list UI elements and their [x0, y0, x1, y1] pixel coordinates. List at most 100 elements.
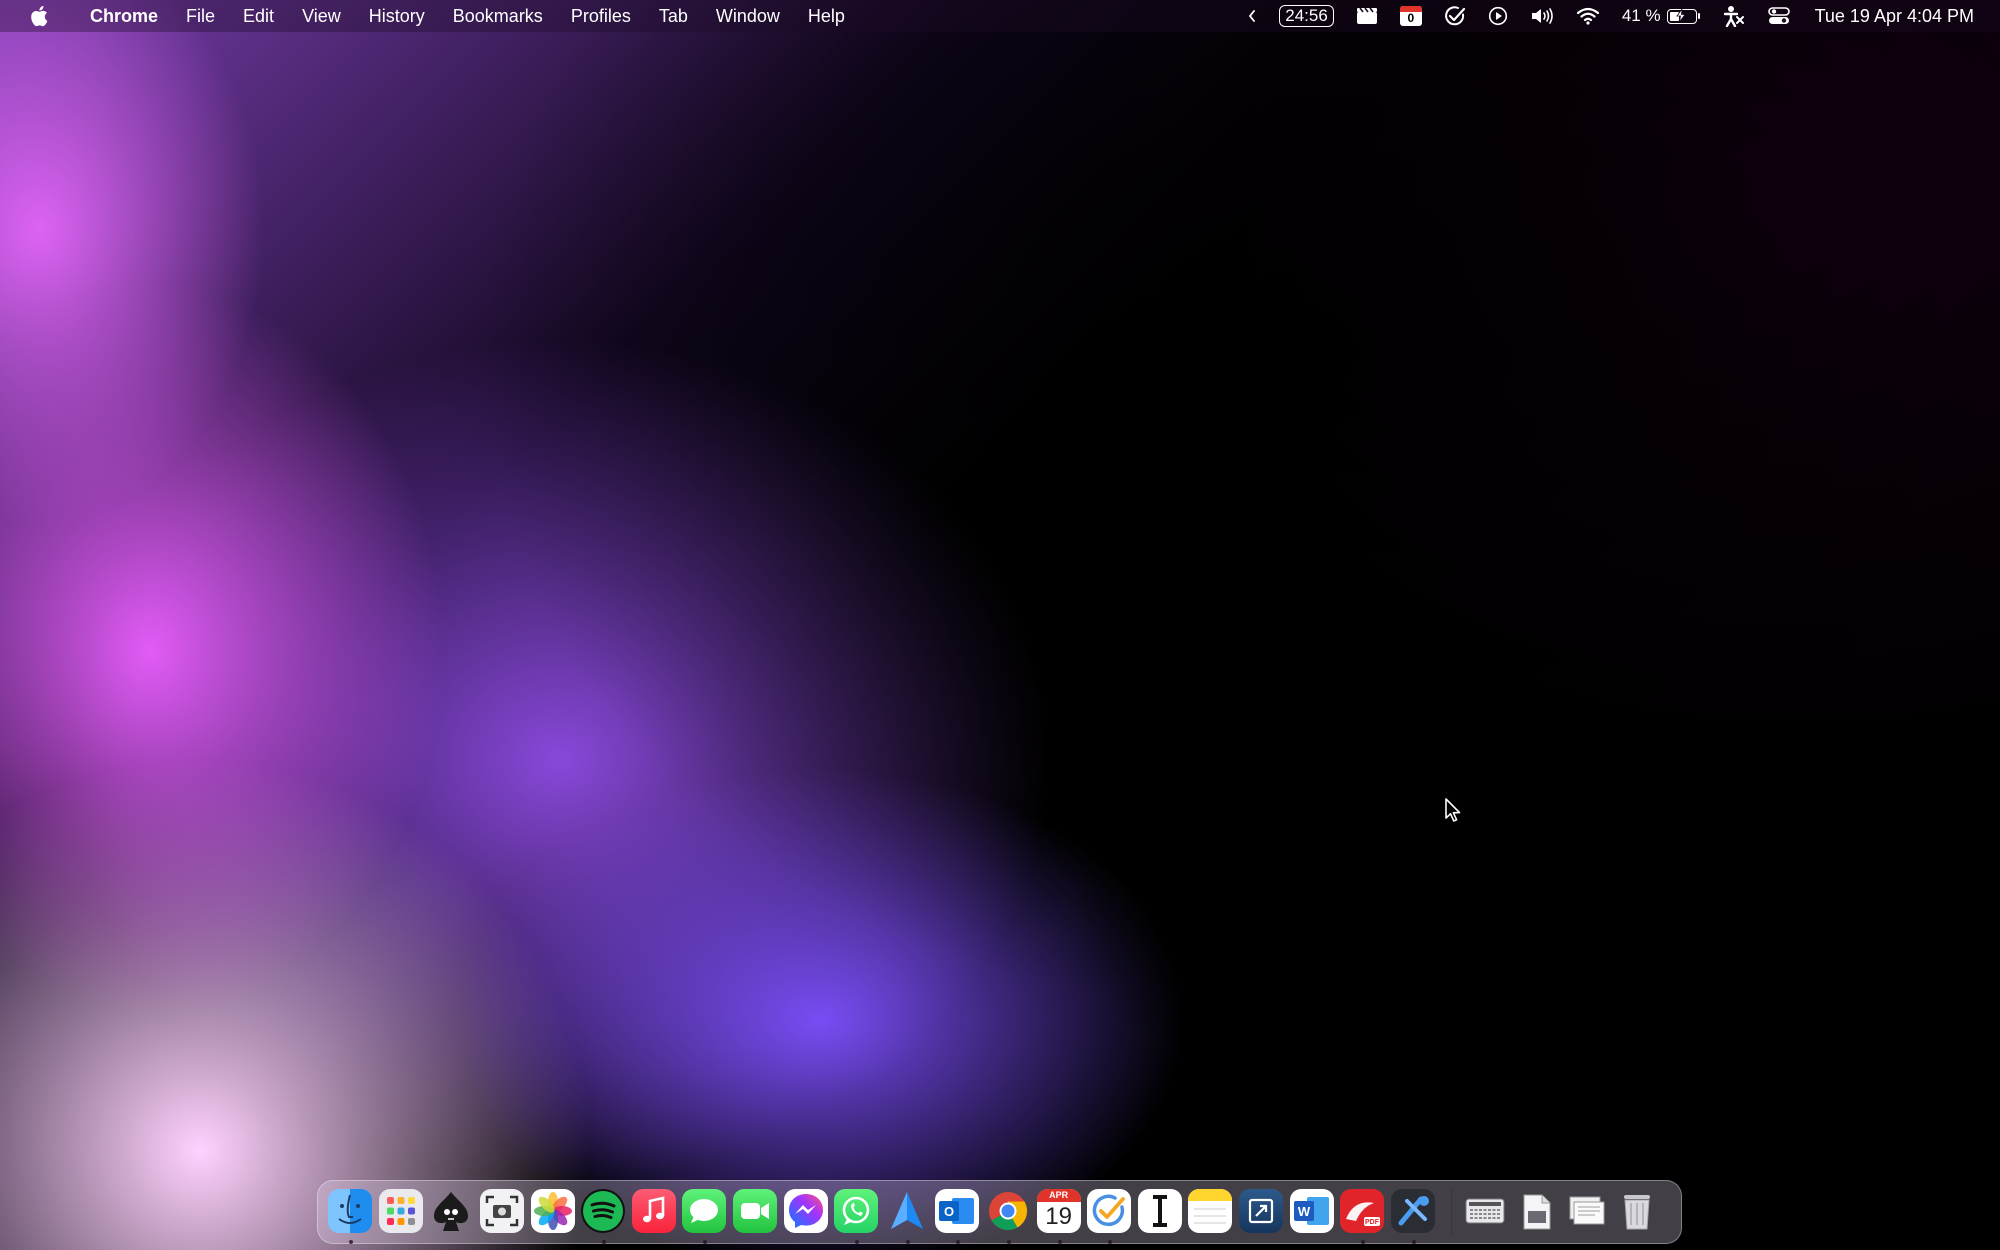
- running-indicator: [1411, 1240, 1416, 1244]
- running-indicator: [349, 1240, 354, 1244]
- dock-app-calendar[interactable]: APR 19: [1036, 1189, 1083, 1244]
- checkmark-icon: [1087, 1189, 1132, 1233]
- finder-icon: [328, 1189, 373, 1233]
- pdf-icon: PDF: [1340, 1189, 1385, 1233]
- menu-file[interactable]: File: [172, 0, 229, 32]
- spotify-icon: [581, 1189, 626, 1233]
- menu-view[interactable]: View: [288, 0, 355, 32]
- menu-profiles[interactable]: Profiles: [557, 0, 645, 32]
- apple-menu-icon[interactable]: [28, 5, 50, 27]
- menu-bookmarks[interactable]: Bookmarks: [439, 0, 557, 32]
- running-indicator: [855, 1240, 860, 1244]
- clapperboard-icon[interactable]: [1345, 0, 1389, 32]
- running-indicator: [1007, 1240, 1012, 1244]
- whatsapp-icon: [834, 1189, 879, 1233]
- svg-text:O: O: [944, 1204, 954, 1219]
- dock-app-word[interactable]: W: [1289, 1189, 1336, 1235]
- dock-app-launchpad[interactable]: [378, 1189, 425, 1235]
- wifi-icon[interactable]: [1565, 0, 1611, 32]
- dock-app-whatsapp[interactable]: [834, 1189, 880, 1244]
- documents-icon: [1514, 1189, 1558, 1233]
- battery-percent: 41 %: [1621, 6, 1661, 25]
- running-indicator: [703, 1240, 708, 1244]
- volume-icon[interactable]: [1519, 0, 1565, 32]
- spade-skull-icon: [429, 1189, 473, 1233]
- menu-window[interactable]: Window: [702, 0, 794, 32]
- menu-bar: Chrome File Edit View History Bookmarks …: [0, 0, 2000, 32]
- dock-app-screenshot[interactable]: [480, 1189, 526, 1235]
- dock-app-notes[interactable]: [1188, 1189, 1234, 1235]
- keyboard-icon: [1463, 1189, 1507, 1233]
- app-menu-chrome[interactable]: Chrome: [76, 0, 172, 32]
- running-indicator: [1108, 1240, 1113, 1244]
- svg-text:PDF: PDF: [1365, 1219, 1380, 1226]
- dock-app-facetime[interactable]: [733, 1189, 779, 1235]
- messages-icon: [682, 1189, 727, 1233]
- running-indicator: [602, 1240, 607, 1244]
- word-icon: W: [1289, 1189, 1334, 1233]
- menu-history[interactable]: History: [355, 0, 439, 32]
- notes-icon: [1188, 1189, 1233, 1233]
- calendar-status-icon[interactable]: 0: [1389, 0, 1433, 32]
- dock-app-typora[interactable]: [1137, 1189, 1184, 1235]
- launchpad-icon: [378, 1189, 423, 1233]
- calendar-badge: 0: [1407, 11, 1415, 25]
- dock-separator: [1451, 1189, 1453, 1235]
- menu-tab[interactable]: Tab: [645, 0, 702, 32]
- text-cursor-icon: [1137, 1189, 1182, 1233]
- dock-trash[interactable]: [1615, 1189, 1661, 1235]
- xcode-icon: [1390, 1189, 1435, 1233]
- dock: O APR 19 W PDF: [317, 1180, 1682, 1244]
- dock-app-spark[interactable]: [885, 1189, 931, 1244]
- menubar-clock[interactable]: Tue 19 Apr 4:04 PM: [1801, 0, 2000, 32]
- dock-app-messenger[interactable]: [783, 1189, 830, 1235]
- accessibility-person-icon[interactable]: [1711, 0, 1757, 32]
- chrome-icon: [986, 1189, 1030, 1233]
- dock-app-preview[interactable]: [1238, 1189, 1285, 1235]
- dock-app-xcode[interactable]: [1390, 1189, 1437, 1244]
- calendar-icon-month: APR: [1036, 1189, 1081, 1202]
- menu-edit[interactable]: Edit: [229, 0, 288, 32]
- dock-app-tasks[interactable]: [1087, 1189, 1133, 1244]
- mouse-cursor-icon: [1444, 797, 1464, 825]
- dock-app-solitaire[interactable]: [429, 1189, 475, 1235]
- dock-app-photos[interactable]: [530, 1189, 577, 1235]
- dock-app-pdf-reader[interactable]: PDF: [1340, 1189, 1386, 1244]
- running-indicator: [1057, 1240, 1062, 1244]
- trash-icon: [1615, 1189, 1659, 1233]
- downloads-stack-icon: [1565, 1189, 1609, 1233]
- menu-help[interactable]: Help: [794, 0, 859, 32]
- dock-app-outlook[interactable]: O: [935, 1189, 981, 1244]
- chevron-left-icon[interactable]: [1236, 0, 1268, 32]
- battery-status[interactable]: 41 %: [1611, 0, 1711, 32]
- facetime-icon: [733, 1189, 778, 1233]
- dock-app-spotify[interactable]: [581, 1189, 627, 1244]
- running-indicator: [956, 1240, 961, 1244]
- running-indicator: [905, 1240, 910, 1244]
- timer-status-item[interactable]: 24:56: [1268, 0, 1345, 32]
- photos-icon: [530, 1189, 575, 1233]
- dock-app-messages[interactable]: [682, 1189, 728, 1244]
- svg-text:W: W: [1297, 1204, 1310, 1219]
- desktop-wallpaper: [0, 0, 2000, 1250]
- music-icon: [631, 1189, 676, 1233]
- outlook-icon: O: [935, 1189, 980, 1233]
- control-center-icon[interactable]: [1757, 0, 1801, 32]
- calendar-icon: APR 19: [1036, 1189, 1081, 1233]
- screenshot-icon: [480, 1189, 525, 1233]
- dock-app-chrome[interactable]: [986, 1189, 1032, 1244]
- timer-readout: 24:56: [1279, 5, 1334, 27]
- dock-app-music[interactable]: [631, 1189, 678, 1235]
- messenger-icon: [783, 1189, 828, 1233]
- running-indicator: [1361, 1240, 1366, 1244]
- task-check-icon[interactable]: [1433, 0, 1477, 32]
- dock-downloads-stack[interactable]: [1565, 1189, 1611, 1235]
- paper-plane-icon: [885, 1189, 929, 1233]
- dock-documents-stack[interactable]: [1514, 1189, 1560, 1235]
- dock-app-finder[interactable]: [328, 1189, 374, 1244]
- dock-keyboard-viewer[interactable]: [1463, 1189, 1509, 1235]
- preview-icon: [1238, 1189, 1283, 1233]
- calendar-icon-day: 19: [1045, 1203, 1072, 1230]
- battery-charging-icon: [1666, 8, 1700, 24]
- play-circle-icon[interactable]: [1477, 0, 1519, 32]
